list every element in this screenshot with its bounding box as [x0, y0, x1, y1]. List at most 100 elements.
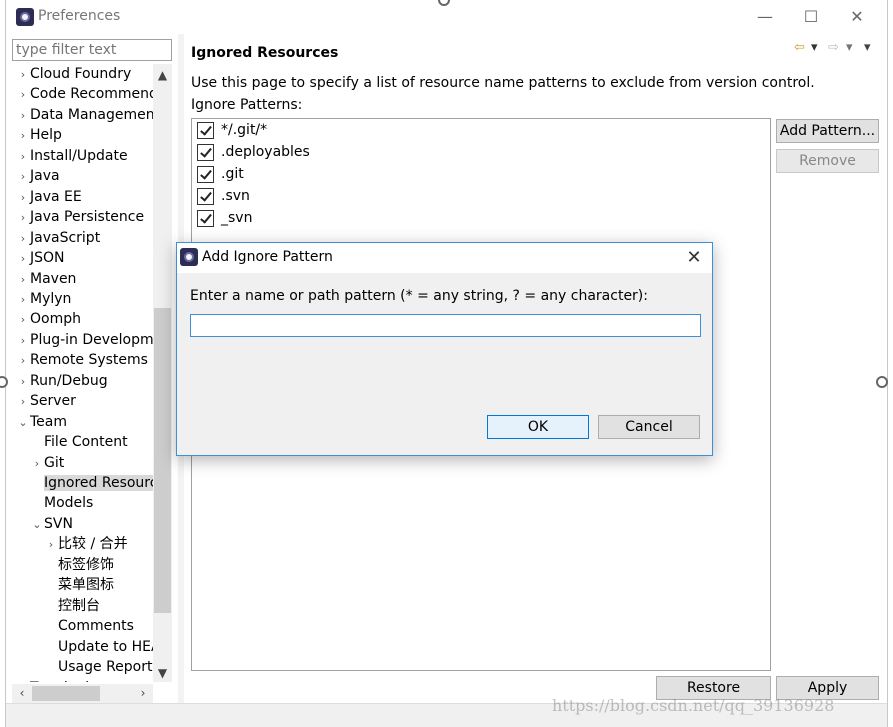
chevron-right-icon[interactable]: ›: [16, 65, 30, 85]
sidebar-item[interactable]: › JavaScript: [16, 228, 100, 248]
chevron-right-icon[interactable]: ›: [16, 208, 30, 228]
sidebar-item[interactable]: Usage Reporti: [44, 657, 153, 677]
add-pattern-button[interactable]: Add Pattern...: [776, 119, 879, 143]
pattern-input[interactable]: [190, 314, 701, 337]
sidebar-item[interactable]: › Maven: [16, 269, 77, 290]
sidebar-item[interactable]: ⌄ Team: [16, 412, 67, 432]
ok-button[interactable]: OK: [487, 415, 589, 439]
sidebar-item[interactable]: Models: [30, 493, 93, 513]
scroll-left-icon[interactable]: ‹: [14, 684, 30, 703]
sidebar-item[interactable]: 菜单图标: [44, 575, 114, 595]
chevron-right-icon[interactable]: ›: [16, 85, 30, 105]
sidebar-item[interactable]: › Help: [16, 125, 62, 145]
sidebar-item[interactable]: › Oomph: [16, 309, 81, 329]
chevron-down-icon[interactable]: ⌄: [30, 515, 44, 535]
chevron-right-icon[interactable]: ›: [16, 249, 30, 269]
pattern-checkbox[interactable]: [197, 188, 214, 205]
scroll-thumb[interactable]: [154, 308, 171, 613]
scroll-thumb-horizontal[interactable]: [32, 686, 100, 701]
chevron-right-icon[interactable]: ›: [16, 270, 30, 290]
sidebar-item-label: 控制台: [58, 597, 100, 614]
sidebar-item[interactable]: ⌄ SVN: [30, 514, 73, 534]
sidebar-item-label: Java Persistence: [30, 209, 145, 226]
chevron-down-icon[interactable]: ⌄: [16, 413, 30, 433]
chevron-right-icon[interactable]: ›: [16, 679, 30, 683]
scroll-right-icon[interactable]: ›: [135, 684, 151, 703]
chevron-right-icon[interactable]: ›: [44, 535, 58, 555]
chevron-right-icon[interactable]: ›: [16, 106, 30, 126]
page-description: Use this page to specify a list of resou…: [191, 75, 815, 91]
back-dropdown-icon[interactable]: ▾: [811, 40, 818, 55]
sidebar-item[interactable]: › JSON: [16, 248, 65, 268]
sidebar-item[interactable]: › Git: [30, 453, 64, 473]
sidebar-item[interactable]: › Cloud Foundry: [16, 64, 131, 84]
pattern-checkbox[interactable]: [197, 166, 214, 183]
sidebar-item[interactable]: Ignored Resourc: [30, 473, 153, 493]
sidebar-item[interactable]: 标签修饰: [44, 555, 114, 575]
sidebar-item[interactable]: Update to HEA: [44, 637, 153, 657]
add-ignore-pattern-dialog: Add Ignore Pattern ✕ Enter a name or pat…: [176, 242, 713, 456]
cancel-button[interactable]: Cancel: [598, 415, 700, 439]
chevron-right-icon[interactable]: ›: [16, 351, 30, 371]
chevron-right-icon[interactable]: ›: [16, 290, 30, 310]
scroll-up-icon[interactable]: ▲: [153, 66, 172, 84]
sidebar-item[interactable]: › Remote Systems: [16, 350, 148, 370]
sidebar-item-label: Code Recommende: [30, 86, 153, 103]
sidebar-item[interactable]: › Code Recommende: [16, 84, 153, 104]
sidebar-item[interactable]: › Install/Update: [16, 146, 128, 166]
pattern-checkbox[interactable]: [197, 144, 214, 161]
sidebar-item-label: Mylyn: [30, 290, 72, 307]
sidebar-item[interactable]: › Java Persistence: [16, 207, 144, 227]
sidebar-item-label: Install/Update: [30, 147, 128, 164]
dialog-title: Add Ignore Pattern: [202, 249, 333, 265]
sidebar-item[interactable]: › Run/Debug: [16, 371, 108, 391]
chevron-right-icon[interactable]: ›: [16, 147, 30, 167]
chevron-right-icon[interactable]: ›: [16, 331, 30, 351]
filter-input[interactable]: [12, 39, 172, 61]
sidebar-item[interactable]: Comments: [44, 616, 134, 636]
sidebar-item-label: 标签修饰: [58, 556, 114, 573]
chevron-right-icon[interactable]: ›: [16, 372, 30, 392]
sidebar-item-label: Maven: [30, 270, 77, 287]
pattern-checkbox[interactable]: [197, 122, 214, 139]
back-arrow-icon[interactable]: ⇦: [794, 40, 805, 55]
pattern-text: .deployables: [221, 144, 310, 160]
pattern-checkbox[interactable]: [197, 210, 214, 227]
sidebar-item[interactable]: › 比较 / 合并: [44, 534, 128, 554]
sidebar-item[interactable]: › Server: [16, 391, 76, 411]
sidebar-item[interactable]: › Java: [16, 166, 60, 186]
chevron-right-icon[interactable]: ›: [16, 310, 30, 330]
sidebar-item[interactable]: 控制台: [44, 596, 100, 616]
maximize-button[interactable]: ☐: [788, 4, 834, 30]
sidebar-item-label: Oomph: [30, 311, 81, 328]
sidebar-item[interactable]: › Plug-in Developme: [16, 330, 153, 350]
remove-button[interactable]: Remove: [776, 149, 879, 173]
sidebar-item[interactable]: File Content: [30, 432, 128, 452]
close-button[interactable]: ✕: [834, 4, 880, 30]
tree-horizontal-scrollbar[interactable]: ‹ ›: [12, 684, 153, 703]
sidebar-item-label: Server: [30, 393, 76, 410]
sidebar-item[interactable]: › Mylyn: [16, 289, 72, 310]
minimize-button[interactable]: —: [742, 4, 788, 30]
chevron-right-icon[interactable]: ›: [30, 454, 44, 474]
sidebar-item[interactable]: › Java EE: [16, 187, 82, 207]
tree-vertical-scrollbar[interactable]: ▲ ▼: [153, 64, 172, 682]
eclipse-dialog-icon: [180, 248, 198, 266]
forward-arrow-icon[interactable]: ⇨: [828, 40, 839, 55]
forward-dropdown-icon[interactable]: ▾: [846, 40, 853, 55]
sidebar-item-label: 比较 / 合并: [58, 536, 128, 553]
sidebar-item-label: Team: [30, 413, 68, 430]
chevron-right-icon[interactable]: ›: [16, 392, 30, 412]
pattern-text: _svn: [221, 210, 253, 226]
sidebar-item[interactable]: › Data Management: [16, 105, 153, 125]
sidebar-item[interactable]: ›Terminal: [16, 678, 89, 683]
chevron-right-icon[interactable]: ›: [16, 167, 30, 187]
dialog-close-icon[interactable]: ✕: [682, 246, 706, 270]
chevron-right-icon[interactable]: ›: [16, 229, 30, 249]
sidebar-item-label: Plug-in Developme: [30, 331, 153, 348]
scroll-down-icon[interactable]: ▼: [153, 664, 172, 682]
resize-handle-right[interactable]: [876, 376, 888, 388]
chevron-right-icon[interactable]: ›: [16, 126, 30, 146]
chevron-right-icon[interactable]: ›: [16, 188, 30, 208]
view-menu-icon[interactable]: ▾: [864, 40, 871, 55]
